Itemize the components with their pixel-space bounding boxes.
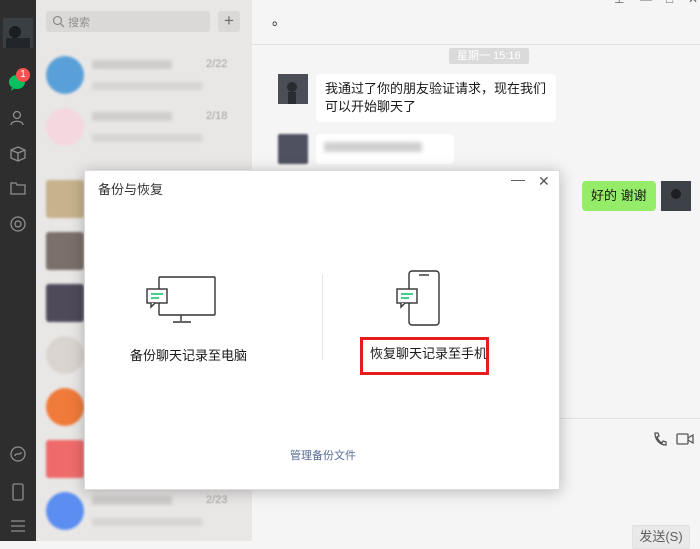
incoming-message: 我通过了你的朋友验证请求，现在我们可以开始聊天了 [316,74,556,122]
maximize-icon[interactable]: □ [666,0,673,6]
contact-avatar[interactable] [278,74,308,104]
box-icon[interactable] [4,142,32,166]
chat-date: 2/22 [206,58,228,70]
chat-avatar [46,440,84,478]
mobile-phone-icon[interactable] [395,269,443,327]
sidebar: 1 [0,0,36,541]
folder-icon[interactable] [4,176,32,200]
chat-date: 2/18 [206,110,228,122]
computer-monitor-icon[interactable] [145,275,219,325]
chat-avatar [46,492,84,530]
backup-restore-dialog: 备份与恢复 — ✕ 备份聊天记录至电脑 恢复聊天记录至手机 管理备份文件 [84,170,560,490]
chat-avatar [46,388,84,426]
highlight-box [360,337,489,375]
chat-avatar [46,180,84,218]
chat-list-item[interactable]: 2/18 [36,96,252,160]
search-placeholder: 搜索 [68,17,90,29]
outgoing-message: 好的 谢谢 [582,181,656,211]
contact-avatar[interactable] [278,134,308,164]
dialog-minimize-icon[interactable]: — [511,171,525,187]
search-box[interactable]: 搜索 [46,11,210,32]
moments-icon[interactable] [4,212,32,236]
chat-icon[interactable]: 1 [4,68,32,94]
chat-header: 。 ⊥ — □ ✕ [252,0,700,45]
chat-preview-blurred [92,82,202,90]
contacts-icon[interactable] [4,106,32,130]
blurred-text [324,142,422,152]
send-button[interactable]: 发送(S) [632,525,690,549]
chat-name-blurred [92,496,172,505]
dialog-close-icon[interactable]: ✕ [538,173,550,190]
chat-name-blurred [92,60,172,69]
minimize-icon[interactable]: — [640,0,652,6]
chat-avatar [46,56,84,94]
chat-preview-blurred [92,518,202,526]
close-icon[interactable]: ✕ [688,0,698,6]
search-icon [52,15,65,28]
video-call-icon[interactable] [676,432,694,446]
dialog-title: 备份与恢复 [98,182,164,197]
chat-title: 。 [272,12,286,28]
chat-avatar [46,284,84,322]
incoming-message-blurred [316,134,454,164]
menu-icon[interactable] [4,514,32,538]
pin-icon[interactable]: ⊥ [614,0,624,6]
add-chat-button[interactable]: + [218,11,240,32]
chat-date: 2/23 [206,494,228,506]
my-avatar[interactable] [661,181,691,211]
chat-avatar [46,336,84,374]
backup-to-pc-option[interactable]: 备份聊天记录至电脑 [130,345,247,364]
user-avatar[interactable] [3,18,33,48]
voice-call-icon[interactable] [652,431,668,447]
manage-backup-files-link[interactable]: 管理备份文件 [290,447,356,463]
message-timestamp: 星期一 15:16 [449,48,529,64]
options-divider [322,274,323,360]
unread-badge: 1 [16,68,30,82]
chat-name-blurred [92,112,172,121]
mini-program-icon[interactable] [4,442,32,466]
chat-avatar [46,232,84,270]
phone-icon[interactable] [4,480,32,504]
chat-preview-blurred [92,134,202,142]
chat-avatar [46,108,84,146]
